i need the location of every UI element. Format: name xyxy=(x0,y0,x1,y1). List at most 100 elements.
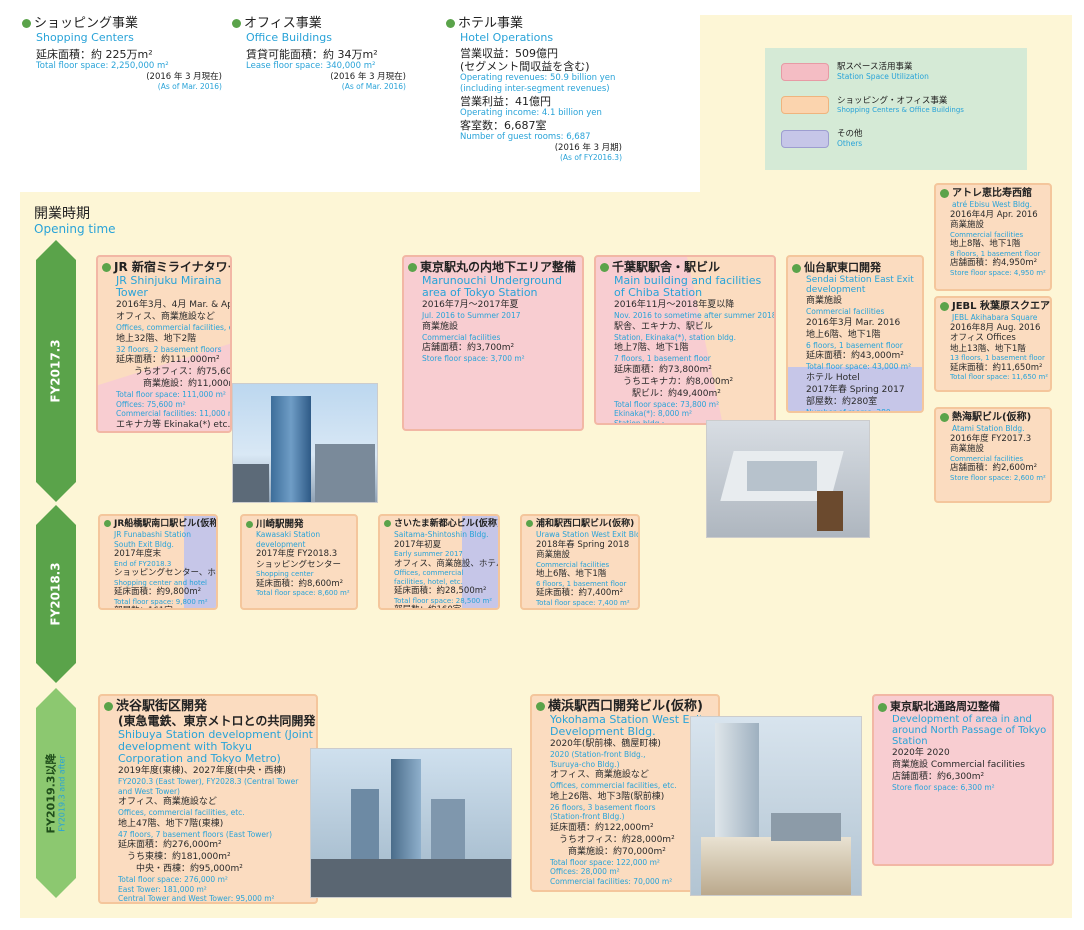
detail-line: Store floor space: 6,300 m² xyxy=(892,783,995,792)
detail-line: 商業施設：約70,000m² xyxy=(550,846,666,857)
detail-line: 店舗面積：約6,300m² xyxy=(892,772,985,782)
detail-line: 2016年3月 Mar. 2016 xyxy=(806,317,901,328)
detail-line: 延床面積：約122,000m² xyxy=(550,822,654,833)
bullet-icon xyxy=(22,19,31,28)
detail-line: 部屋数：161室 xyxy=(104,606,212,608)
project-details: 2016年3月、4月 Mar. & Apr. 2016オフィス、商業施設などOf… xyxy=(102,299,232,432)
detail-line: Offices, commercial facilities, etc. xyxy=(116,323,232,332)
bullet-icon xyxy=(104,520,111,527)
detail-line: 7 floors, 1 basement floor xyxy=(614,354,711,363)
opening-en: Opening time xyxy=(34,222,116,236)
detail-line: 2016年7月～2017年夏 xyxy=(422,300,519,310)
detail-line: 延床面積：約9,800m² xyxy=(114,587,202,597)
legend-label: ショッピング・オフィス事業 xyxy=(837,95,948,106)
as-of: (2016 年 3 月現在) xyxy=(330,72,406,82)
detail-line: Total floor space: 73,800 m² xyxy=(614,399,720,409)
project-card-akihabara: JEBL 秋葉原スクエア JEBL Akihabara Square 2016年… xyxy=(934,296,1052,392)
project-card-chiba: 千葉駅駅舎・駅ビル Main building and facilities o… xyxy=(594,255,776,425)
detail-line: Station, Ekinaka(*), station bldg. xyxy=(614,332,737,342)
guest-rooms: 客室数：6,687室 xyxy=(460,119,547,132)
detail-line: East Tower: 181,000 m² xyxy=(118,884,207,894)
shinjuku-tower-photo xyxy=(232,383,378,503)
project-details: 2020年 2020 商業施設 Commercial facilities 店舗面積… xyxy=(878,747,1048,793)
bullet-icon xyxy=(878,702,887,712)
period-text: FY2018.3 xyxy=(49,562,64,626)
legend-item: ショッピング・オフィス事業 Shopping Centers & Office B… xyxy=(781,96,1011,116)
detail-line: Tsuruya-cho Bldg.) xyxy=(550,759,620,769)
detail-line: Total floor space: 111,000 m² xyxy=(116,390,226,399)
detail-line: Offices, commercial facilities, etc. xyxy=(550,781,677,790)
project-title: JEBL 秋葉原スクエア xyxy=(952,301,1051,312)
period-text: FY2017.3 xyxy=(49,339,64,403)
project-title-en: Main building and facilities of Chiba St… xyxy=(614,274,762,299)
detail-line: うち東棟：約181,000m² xyxy=(118,852,231,862)
detail-line: 商業施設 Commercial facilities xyxy=(892,760,1025,770)
project-title: 浦和駅西口駅ビル(仮称) xyxy=(536,519,635,529)
detail-line: オフィス Offices xyxy=(950,333,1016,343)
detail-line: Offices: 75,600 m² xyxy=(116,399,186,409)
period-text-en: FY2019.3 and after xyxy=(57,754,67,832)
detail-line: 延床面積：約73,800m² xyxy=(614,364,712,375)
detail-line: 8 floors, 1 basement floor xyxy=(950,249,1041,258)
legend-label-en: Station Space Utilization xyxy=(837,72,929,81)
project-card-shibuya: 渋谷駅街区開発 (東急電鉄、東京メトロとの共同開発) Shibuya Stati… xyxy=(98,694,318,904)
project-title-en: Saitama-Shintoshin Bldg. xyxy=(394,530,489,539)
detail-line: FY2020.3 (East Tower), FY2028.3 (Central… xyxy=(118,777,299,786)
detail-line: Store floor space: 4,950 m² xyxy=(950,268,1046,277)
revenues-note-en: (including inter-segment revenues) xyxy=(460,84,610,94)
detail-line: 47 floors, 7 basement floors (East Tower… xyxy=(118,829,273,839)
detail-line: and West Tower) xyxy=(118,786,180,796)
period-label-3: FY2019.3以降 FY2019.3 and after xyxy=(36,688,76,898)
project-card-tokyo-north-passage: 東京駅北通路周辺整備 Development of area in and ar… xyxy=(872,694,1054,866)
project-title-en: Development of area in and around North … xyxy=(892,714,1047,747)
period-label-2: FY2018.3 xyxy=(36,505,76,683)
segment-title: ホテル事業 xyxy=(458,16,524,31)
detail-line: 6 floors, 1 basement floor xyxy=(806,340,903,350)
detail-line: 延床面積：約8,600m² xyxy=(256,578,344,589)
detail-line: 2018年春 Spring 2018 xyxy=(536,539,630,550)
detail-line: 部屋数：約280室 xyxy=(806,396,878,407)
detail-line: Ekinaka(*): 8,000 m² xyxy=(614,409,693,418)
detail-line: Total floor space: 28,500 m² xyxy=(394,596,493,605)
yokohama-building-photo xyxy=(690,716,862,896)
project-title: 渋谷駅街区開発 xyxy=(116,699,208,714)
project-title: さいたま新都心ビル(仮称) xyxy=(394,519,500,529)
project-card-sendai: 仙台駅東口開発 Sendai Station East Exit develop… xyxy=(786,255,924,413)
project-details: 2016年7月～2017年夏 Jul. 2016 to Summer 2017 商業… xyxy=(408,299,578,364)
project-title: 川崎駅開発 xyxy=(256,519,304,530)
detail-line: Shopping center and hotel xyxy=(114,578,207,587)
detail-line: 2016年3月、4月 Mar. & Apr. 2016 xyxy=(116,300,232,310)
legend-label-en: Others xyxy=(837,139,863,148)
detail-line: エキナカ等 Ekinaka(*) etc. xyxy=(116,419,231,430)
detail-line: 部屋数：約160室 xyxy=(394,605,462,610)
project-details: 商業施設 Commercial facilities 2016年3月 Mar. 20… xyxy=(792,295,918,413)
detail-line: 2020年(駅前棟、鶴屋町棟) xyxy=(550,739,661,749)
bullet-icon xyxy=(232,19,241,28)
project-title: JR 新宿ミライナタワー xyxy=(114,260,232,274)
legend-swatch-purple xyxy=(781,129,829,148)
opening-ja: 開業時期 xyxy=(34,206,90,222)
detail-line: 2017年度末 xyxy=(114,549,162,559)
bullet-icon xyxy=(940,301,949,311)
project-title-en: Marunouchi Underground area of Tokyo Sta… xyxy=(422,274,562,299)
as-of: (2016 年 3 月現在) xyxy=(146,72,222,82)
detail-line: Commercial facilities xyxy=(422,332,501,342)
segment-shopping: ショッピング事業 Shopping Centers 延床面積：約 225万m² … xyxy=(22,16,222,92)
detail-line: オフィス、商業施設、ホテルなど xyxy=(394,558,498,569)
detail-line: Commercial facilities: 11,000 m² xyxy=(116,409,232,418)
project-details: 2018年春 Spring 2018 商業施設 Commercial facilit… xyxy=(526,540,634,608)
project-title-en: atré Ebisu West Bldg. xyxy=(952,200,1033,209)
bullet-icon xyxy=(246,521,253,528)
detail-line: 店舗面積：約2,000m² xyxy=(102,431,226,432)
detail-line: 商業施設 xyxy=(950,444,985,454)
operating-income: 営業利益：41億円 xyxy=(460,95,551,108)
detail-line: 商業施設：約11,000m² xyxy=(116,379,232,389)
detail-line: Total floor space: 11,650 m² xyxy=(950,373,1049,381)
detail-line: オフィス、商業施設など xyxy=(550,770,649,780)
legend-label: 駅スペース活用事業 xyxy=(837,62,913,72)
legend-swatch-pink xyxy=(781,62,829,81)
project-title-en: Kawasaki Station development xyxy=(256,530,321,549)
detail-line: Total floor space: 276,000 m² xyxy=(118,875,228,884)
detail-line: 延床面積：約7,400m² xyxy=(536,588,624,598)
detail-line: Number of rooms: 280 xyxy=(806,407,891,413)
